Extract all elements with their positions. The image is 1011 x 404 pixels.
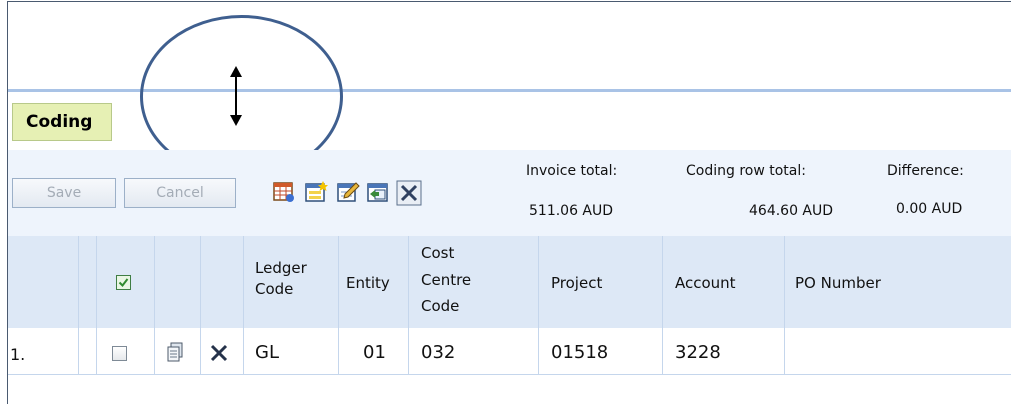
resize-arrow-icon <box>230 66 242 126</box>
row-add-icon[interactable] <box>272 180 296 204</box>
header-cost-centre-line1[interactable]: Cost <box>421 244 454 262</box>
column-divider <box>154 236 155 374</box>
column-divider <box>784 236 785 374</box>
row-checkbox[interactable] <box>112 346 127 361</box>
header-po-number[interactable]: PO Number <box>795 274 881 292</box>
cell-project[interactable]: 01518 <box>551 342 608 363</box>
column-divider <box>96 236 97 374</box>
row-insert-icon[interactable] <box>304 180 328 204</box>
save-button[interactable]: Save <box>12 178 116 208</box>
copy-row-icon[interactable] <box>166 342 184 362</box>
checkmark-icon <box>118 278 129 288</box>
column-divider <box>662 236 663 374</box>
column-divider <box>338 236 339 374</box>
delete-row-icon[interactable] <box>209 343 229 363</box>
column-divider <box>78 236 79 374</box>
delete-all-icon[interactable] <box>396 180 422 206</box>
column-divider <box>408 236 409 374</box>
cancel-button[interactable]: Cancel <box>124 178 236 208</box>
coding-row-total-value: 464.60 AUD <box>749 203 834 219</box>
table-row[interactable] <box>8 328 1011 375</box>
select-all-checkbox[interactable] <box>116 275 131 290</box>
tab-coding[interactable]: Coding <box>12 103 112 141</box>
header-entity[interactable]: Entity <box>346 274 390 292</box>
row-index: 1. <box>10 345 26 364</box>
column-divider <box>243 236 244 374</box>
cell-cost-centre[interactable]: 032 <box>421 342 455 363</box>
invoice-total-label: Invoice total: <box>526 163 618 179</box>
column-divider <box>538 236 539 374</box>
invoice-total-value: 511.06 AUD <box>529 203 614 219</box>
difference-label: Difference: <box>887 163 964 179</box>
cell-entity[interactable]: 01 <box>363 342 386 363</box>
header-cost-centre-line2[interactable]: Centre <box>421 271 471 289</box>
header-project[interactable]: Project <box>551 274 602 292</box>
cell-ledger-code[interactable]: GL <box>255 342 279 363</box>
header-ledger-code-line1[interactable]: Ledger <box>255 259 307 277</box>
column-divider <box>200 236 201 374</box>
header-ledger-code-line2[interactable]: Code <box>255 280 293 298</box>
difference-value: 0.00 AUD <box>896 201 963 217</box>
header-cost-centre-line3[interactable]: Code <box>421 297 459 315</box>
import-icon[interactable] <box>366 180 390 204</box>
edit-icon[interactable] <box>336 180 360 204</box>
header-account[interactable]: Account <box>675 274 736 292</box>
coding-row-total-label: Coding row total: <box>686 163 806 179</box>
cell-account[interactable]: 3228 <box>675 342 721 363</box>
